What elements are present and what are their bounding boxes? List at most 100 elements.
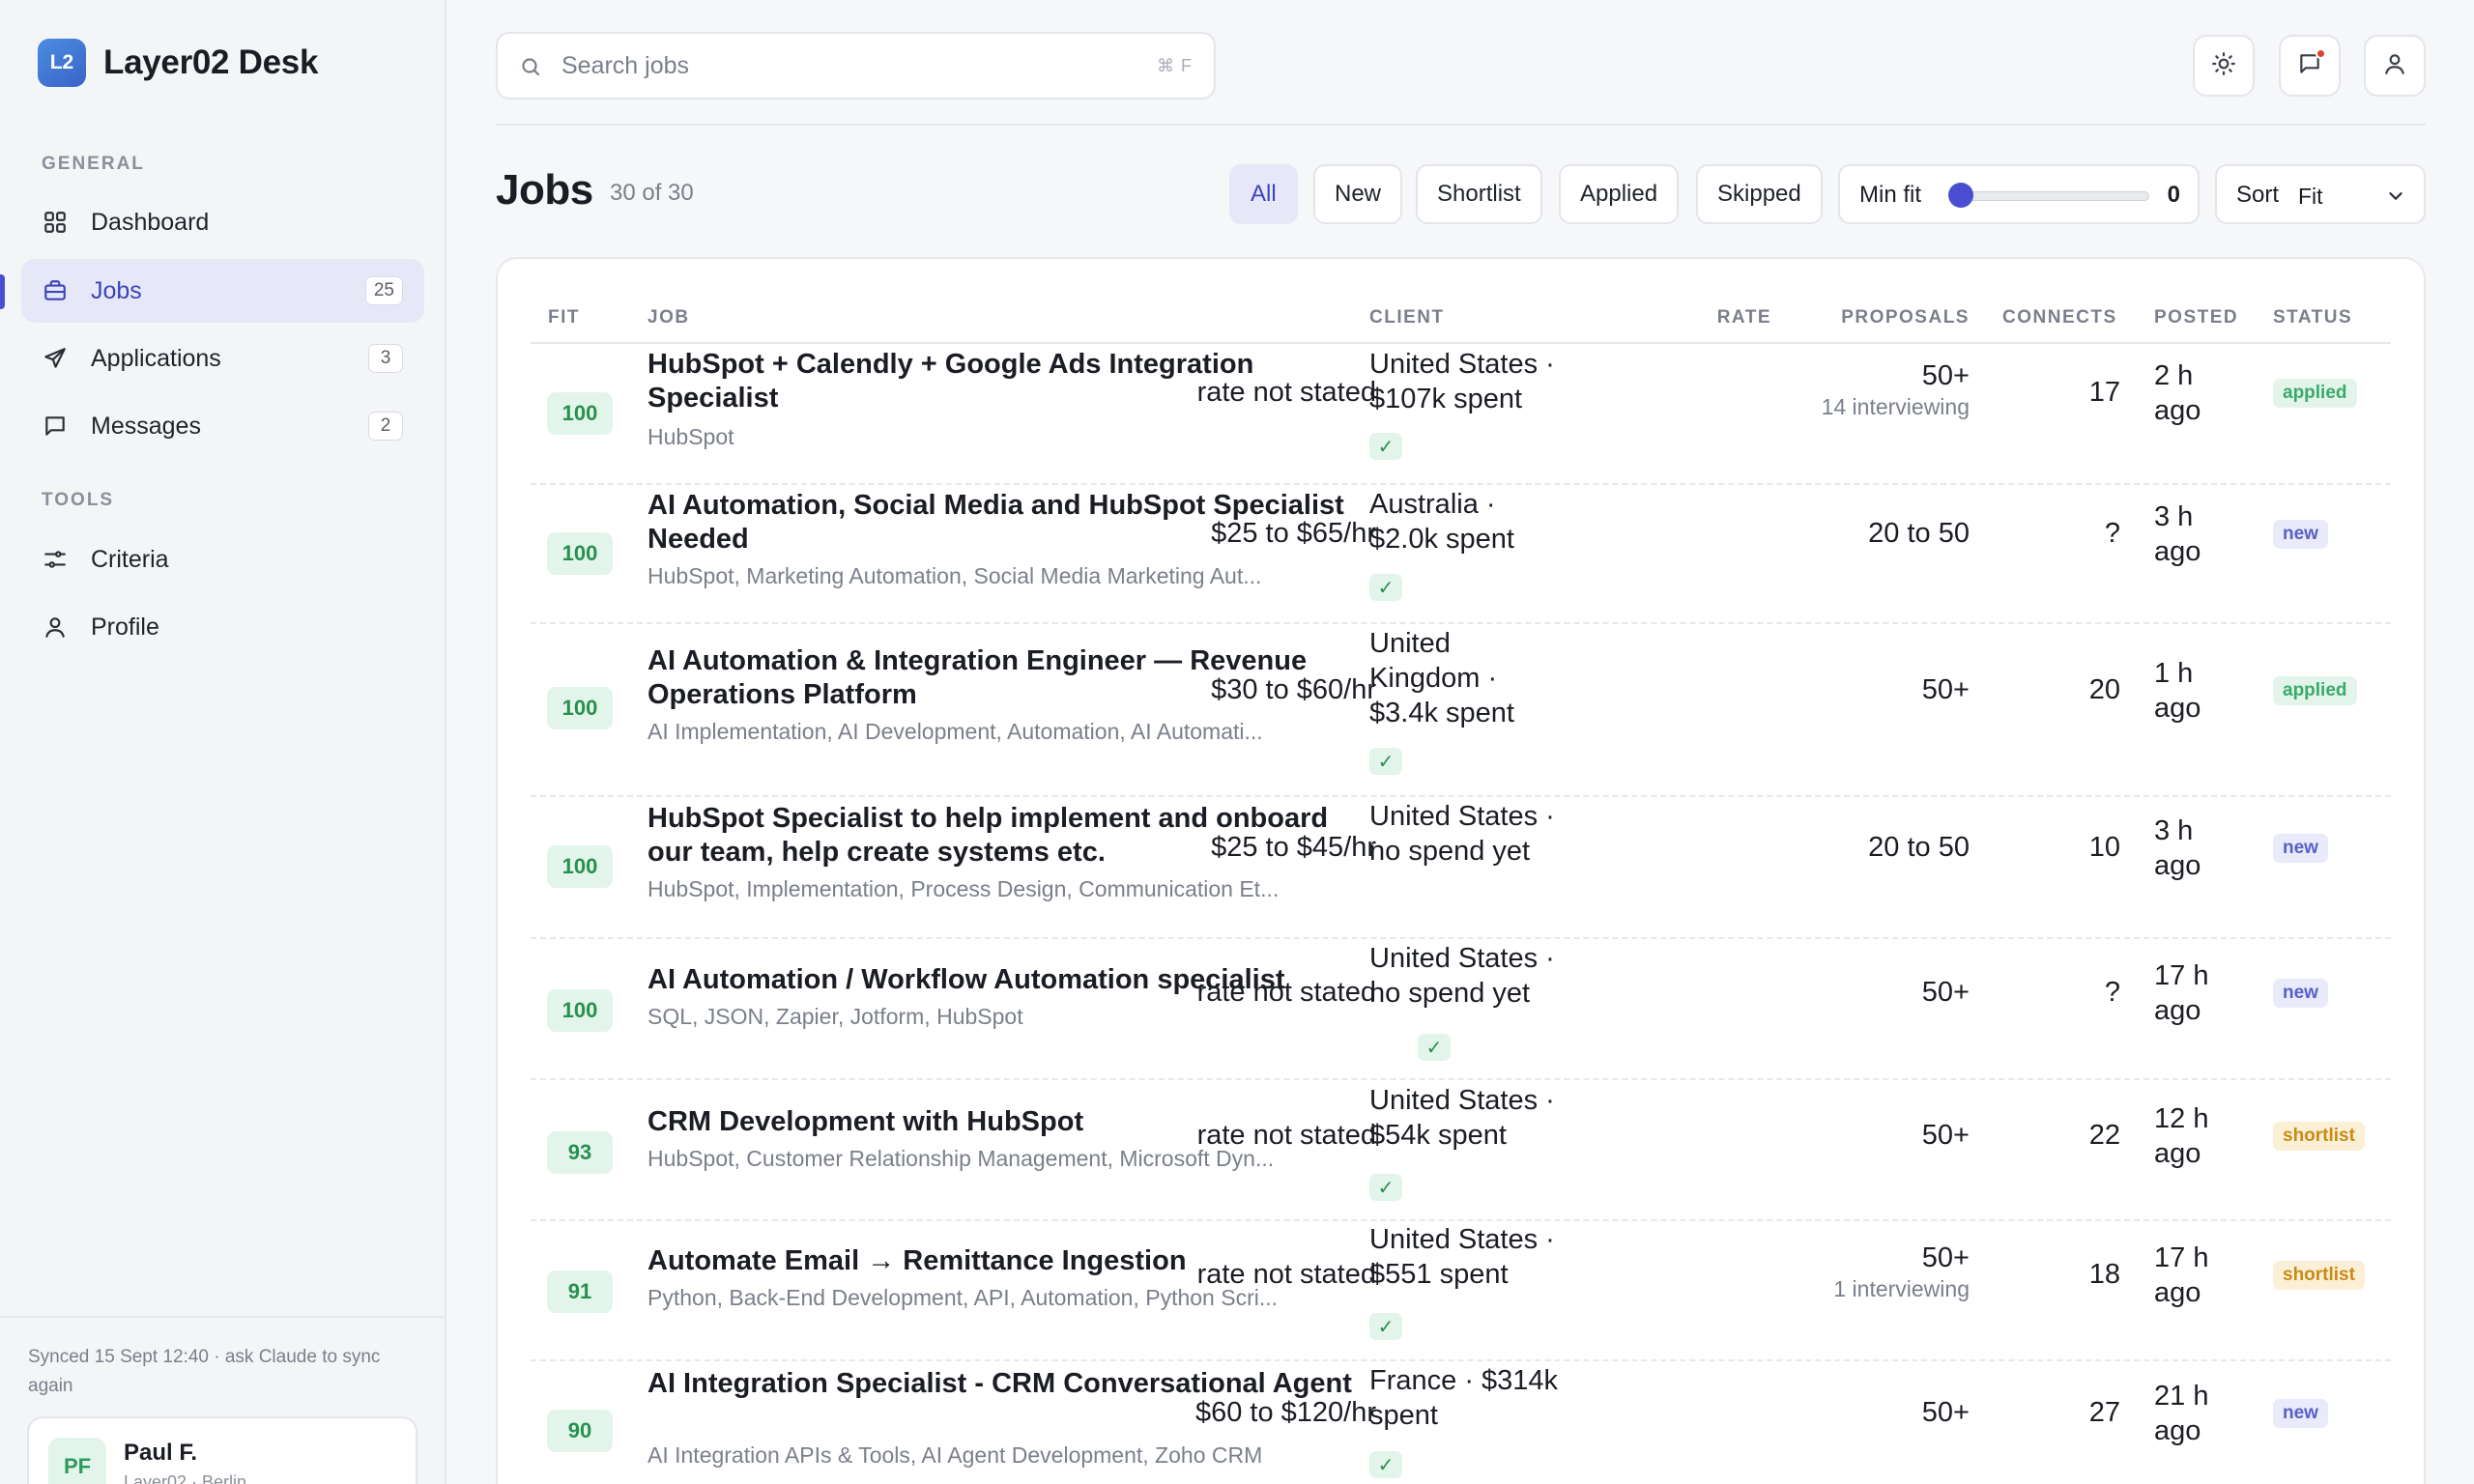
nav-count-badge: 2: [368, 412, 403, 441]
sort-value: Fit: [2298, 184, 2323, 209]
sidebar-item-label: Applications: [91, 344, 221, 372]
connects-value: 27: [2088, 1397, 2120, 1428]
page-title: Jobs: [496, 166, 593, 214]
nav-section-tools: TOOLS: [42, 490, 115, 510]
client-info: United States · no spend yet: [1369, 943, 1555, 1009]
posted-time: 2 h ago: [2154, 360, 2201, 426]
rate-value: rate not stated: [1196, 977, 1376, 1008]
min-fit-value: 0: [2167, 182, 2180, 208]
sidebar-item-jobs[interactable]: Jobs 25: [21, 259, 424, 323]
brand[interactable]: L2 Layer02 Desk: [38, 39, 318, 87]
table-row[interactable]: 93 CRM Development with HubSpot HubSpot, C…: [531, 1080, 2391, 1221]
sidebar-item-dashboard[interactable]: Dashboard: [21, 190, 424, 254]
fit-score-badge: 93: [547, 1131, 613, 1174]
sort-select[interactable]: Sort Fit: [2215, 164, 2426, 224]
posted-time: 21 h ago: [2154, 1381, 2209, 1446]
table-row[interactable]: 90 AI Integration Specialist - CRM Conver…: [531, 1361, 2391, 1484]
table-row[interactable]: 100 AI Automation, Social Media and HubSp…: [531, 485, 2391, 624]
proposals-count: 50+: [1921, 1120, 1970, 1151]
messages-button[interactable]: [2279, 35, 2341, 97]
fit-score-badge: 90: [547, 1410, 613, 1452]
table-row[interactable]: 100 AI Automation & Integration Engineer …: [531, 624, 2391, 797]
connects-value: 18: [2088, 1259, 2120, 1290]
proposals-count: 50+: [1921, 1242, 1970, 1273]
verified-check-icon: ✓: [1369, 574, 1402, 601]
connects-value: ?: [2104, 977, 2120, 1008]
fit-score-badge: 100: [547, 845, 613, 888]
filter-chip-all[interactable]: All: [1229, 164, 1298, 224]
job-title-link[interactable]: AI Integration Specialist - CRM Conversa…: [647, 1367, 1363, 1401]
connects-value: 22: [2088, 1120, 2120, 1151]
sidebar-item-messages[interactable]: Messages 2: [21, 394, 424, 458]
filter-chip-skipped[interactable]: Skipped: [1696, 164, 1823, 224]
user-card[interactable]: PF Paul F. Layer02 · Berlin: [27, 1416, 417, 1484]
column-header-client[interactable]: CLIENT: [1369, 307, 1445, 328]
user-icon: [41, 613, 70, 642]
search-bar[interactable]: ⌘ F: [496, 32, 1216, 100]
user-icon: [2382, 51, 2407, 81]
sidebar-item-criteria[interactable]: Criteria: [21, 528, 424, 591]
verified-check-icon: ✓: [1369, 1174, 1402, 1201]
connects-value: 20: [2088, 674, 2120, 705]
slider-thumb[interactable]: [1948, 183, 1973, 208]
sidebar-item-label: Profile: [91, 613, 159, 641]
column-header-job[interactable]: JOB: [647, 307, 690, 328]
slider-track[interactable]: [1956, 191, 2149, 201]
sidebar-item-profile[interactable]: Profile: [21, 595, 424, 659]
rate-value: rate not stated: [1196, 377, 1376, 408]
status-badge: new: [2273, 1399, 2328, 1428]
grid-icon: [41, 208, 70, 237]
filter-chip-shortlist[interactable]: Shortlist: [1416, 164, 1542, 224]
column-header-fit[interactable]: FIT: [548, 307, 580, 328]
active-nav-indicator: [0, 274, 5, 309]
column-header-proposals[interactable]: PROPOSALS: [1825, 307, 1970, 328]
briefcase-icon: [41, 276, 70, 305]
column-header-status[interactable]: STATUS: [2273, 307, 2352, 328]
verified-check-icon: ✓: [1369, 1451, 1402, 1478]
account-button[interactable]: [2364, 35, 2426, 97]
top-divider: [496, 124, 2426, 126]
job-skills: AI Implementation, AI Development, Autom…: [647, 719, 1263, 744]
connects-value: ?: [2104, 518, 2120, 549]
filter-chip-new[interactable]: New: [1313, 164, 1403, 224]
sidebar: L2 Layer02 Desk GENERAL Dashboard Jobs 2…: [0, 0, 446, 1484]
proposals-value: 50+: [1776, 1397, 1970, 1429]
search-shortcut: ⌘ F: [1157, 55, 1193, 75]
client-info: France · $314k spent: [1369, 1365, 1559, 1431]
posted-time: 12 h ago: [2154, 1103, 2209, 1169]
sidebar-item-applications[interactable]: Applications 3: [21, 327, 424, 390]
column-header-connects[interactable]: CONNECTS: [2002, 307, 2117, 328]
table-row[interactable]: 100 HubSpot Specialist to help implement …: [531, 797, 2391, 939]
job-skills: HubSpot, Implementation, Process Design,…: [647, 876, 1280, 901]
client-info: United States · $54k spent: [1369, 1085, 1555, 1151]
proposals-value: 50+ 14 interviewing: [1776, 360, 1970, 420]
notification-dot: [2316, 48, 2326, 59]
sun-icon: [2211, 51, 2236, 81]
search-input[interactable]: [561, 34, 1103, 98]
verified-check-icon: ✓: [1369, 748, 1402, 775]
job-skills: AI Integration APIs & Tools, AI Agent De…: [647, 1442, 1263, 1468]
sidebar-item-label: Jobs: [91, 276, 142, 304]
status-badge: applied: [2273, 379, 2357, 408]
status-badge: new: [2273, 520, 2328, 549]
posted-time: 1 h ago: [2154, 658, 2201, 724]
table-row[interactable]: 91 Automate Email → Remittance Ingestion P…: [531, 1221, 2391, 1361]
proposals-count: 20 to 50: [1868, 518, 1970, 549]
column-header-posted[interactable]: POSTED: [2154, 307, 2238, 328]
rate-value: $25 to $65/hr: [1211, 518, 1376, 549]
filter-chip-applied[interactable]: Applied: [1559, 164, 1680, 224]
status-badge: new: [2273, 979, 2328, 1008]
proposals-value: 50+: [1776, 1120, 1970, 1152]
theme-toggle-button[interactable]: [2193, 35, 2255, 97]
min-fit-slider[interactable]: Min fit 0: [1838, 164, 2200, 224]
table-row[interactable]: 100 AI Automation / Workflow Automation s…: [531, 939, 2391, 1080]
table-row[interactable]: 100 HubSpot + Calendly + Google Ads Integ…: [531, 344, 2391, 485]
min-fit-label: Min fit: [1859, 182, 1922, 208]
nav-section-general: GENERAL: [42, 154, 145, 174]
fit-score-badge: 100: [547, 532, 613, 575]
proposals-count: 50+: [1921, 674, 1970, 705]
column-header-rate[interactable]: RATE: [1675, 307, 1771, 328]
proposals-count: 50+: [1921, 1397, 1970, 1428]
proposals-value: 50+: [1776, 674, 1970, 706]
search-icon: [519, 55, 542, 83]
